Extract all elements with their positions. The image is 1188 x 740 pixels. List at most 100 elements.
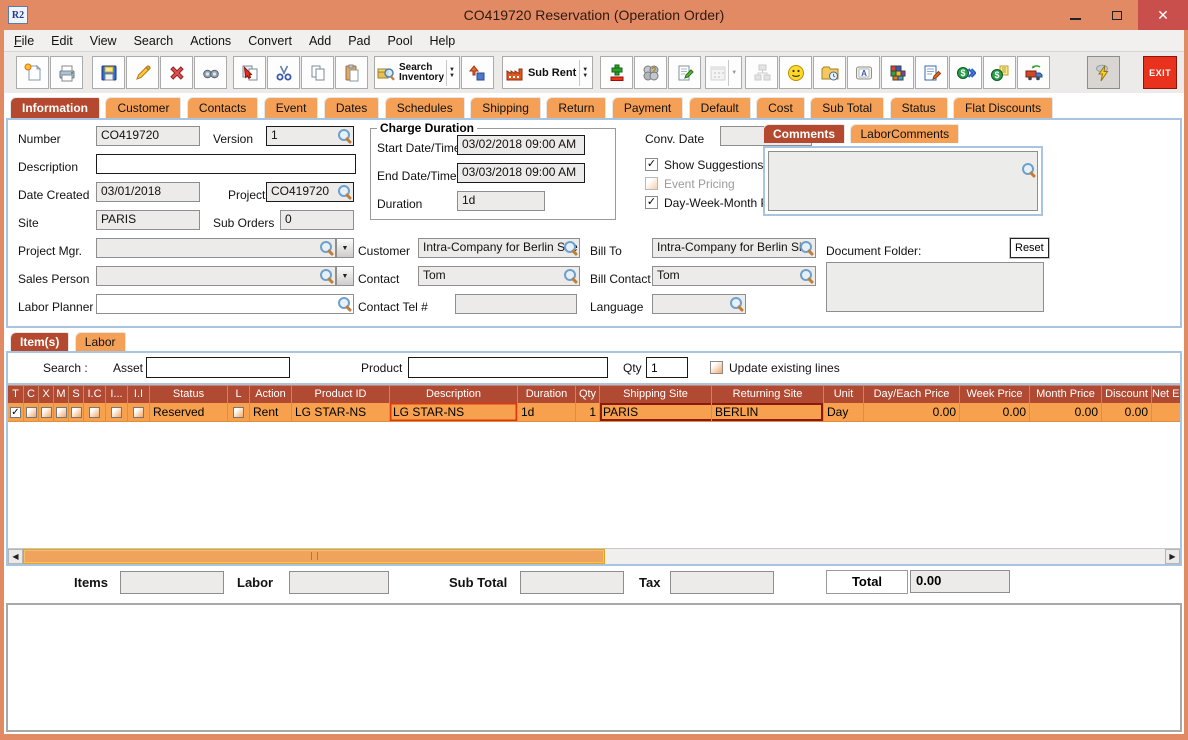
menu-pad[interactable]: Pad: [348, 34, 370, 48]
tab-cost[interactable]: Cost: [756, 97, 805, 118]
horizontal-scrollbar[interactable]: ◀ ▶: [8, 547, 1180, 564]
column-header-6[interactable]: I...: [106, 385, 128, 403]
row-cell-10[interactable]: Rent: [250, 403, 292, 422]
version-field[interactable]: 1: [266, 126, 354, 146]
project-field[interactable]: CO419720: [266, 182, 354, 202]
show-suggestions-checkbox[interactable]: ✓: [645, 158, 658, 171]
maximize-button[interactable]: [1096, 0, 1138, 30]
version-search-icon[interactable]: [337, 128, 352, 143]
tab-comments[interactable]: Comments: [763, 124, 846, 143]
tab-contacts[interactable]: Contacts: [186, 97, 259, 118]
save-button[interactable]: [92, 56, 125, 89]
notes-button[interactable]: [668, 56, 702, 89]
copy-order-button[interactable]: [233, 56, 266, 89]
delete-button[interactable]: [160, 56, 193, 89]
sales-person-search-icon[interactable]: [319, 268, 334, 283]
column-header-21[interactable]: Discount: [1102, 385, 1152, 403]
row-cell-8[interactable]: Reserved: [150, 403, 228, 422]
scroll-right-button[interactable]: ▶: [1165, 548, 1180, 564]
column-header-20[interactable]: Month Price: [1030, 385, 1102, 403]
tab-default[interactable]: Default: [688, 97, 751, 118]
edit-button[interactable]: [126, 56, 159, 89]
shortcut-key-button[interactable]: A: [847, 56, 881, 89]
row-cell-13[interactable]: 1d: [518, 403, 576, 422]
menu-search[interactable]: Search: [134, 34, 174, 48]
contact-search-icon[interactable]: [563, 268, 578, 283]
column-header-13[interactable]: Duration: [518, 385, 576, 403]
column-header-5[interactable]: I.C: [84, 385, 106, 403]
items-table-row[interactable]: ✓ Reserved Rent LG STAR-NS LG STAR-NS 1d 1 PARI…: [8, 403, 1180, 422]
bill-to-field[interactable]: Intra-Company for Berlin Site: [652, 238, 816, 258]
row-cell-19[interactable]: 0.00: [960, 403, 1030, 422]
qty-input[interactable]: [646, 357, 688, 378]
row-checkbox-7[interactable]: [133, 406, 144, 418]
contact-tel-field[interactable]: [455, 294, 577, 314]
column-header-10[interactable]: Action: [250, 385, 292, 403]
row-cell-5[interactable]: [84, 403, 106, 422]
customer-field[interactable]: Intra-Company for Berlin Site: [418, 238, 580, 258]
row-checkbox-1[interactable]: [25, 406, 37, 418]
convert-button[interactable]: [460, 56, 494, 89]
column-header-0[interactable]: T: [8, 385, 24, 403]
update-existing-lines-checkbox[interactable]: [710, 361, 723, 374]
menu-file[interactable]: File: [14, 34, 34, 48]
print-button[interactable]: [50, 56, 83, 89]
menu-pool[interactable]: Pool: [387, 34, 412, 48]
column-header-8[interactable]: Status: [150, 385, 228, 403]
column-header-4[interactable]: S: [69, 385, 84, 403]
column-header-22[interactable]: Net Each Price: [1152, 385, 1180, 403]
tab-shipping[interactable]: Shipping: [470, 97, 541, 118]
smiley-button[interactable]: [779, 56, 813, 89]
column-header-7[interactable]: I.I: [128, 385, 150, 403]
tab-items[interactable]: Item(s): [10, 332, 70, 351]
tab-labor[interactable]: Labor: [74, 332, 126, 351]
row-cell-14[interactable]: 1: [576, 403, 600, 422]
delivery-button[interactable]: [1017, 56, 1051, 89]
row-cell-15[interactable]: PARIS: [600, 403, 712, 422]
project-mgr-field[interactable]: [96, 238, 336, 258]
end-datetime-field[interactable]: 03/03/2018 09:00 AM: [457, 163, 585, 183]
project-search-icon[interactable]: [337, 184, 352, 199]
row-checkbox-4[interactable]: [70, 406, 82, 418]
column-header-18[interactable]: Day/Each Price: [864, 385, 960, 403]
project-mgr-search-icon[interactable]: [319, 240, 334, 255]
row-cell-22[interactable]: 0.00: [1152, 403, 1180, 422]
column-header-16[interactable]: Returning Site: [712, 385, 824, 403]
availability-button[interactable]: ?: [634, 56, 668, 89]
row-cell-11[interactable]: LG STAR-NS: [292, 403, 390, 422]
tab-flat-discounts[interactable]: Flat Discounts: [953, 97, 1054, 118]
row-cell-12[interactable]: LG STAR-NS: [390, 403, 518, 422]
duration-field[interactable]: 1d: [457, 191, 545, 211]
row-checkbox-9[interactable]: [233, 406, 244, 418]
language-search-icon[interactable]: [729, 296, 744, 311]
close-button[interactable]: ✕: [1138, 0, 1188, 30]
row-cell-16[interactable]: BERLIN: [712, 403, 824, 422]
cut-button[interactable]: [267, 56, 300, 89]
language-field[interactable]: [652, 294, 746, 314]
new-order-button[interactable]: [16, 56, 49, 89]
row-checkbox-5[interactable]: [89, 406, 100, 418]
row-cell-2[interactable]: [39, 403, 54, 422]
menu-add[interactable]: Add: [309, 34, 331, 48]
scroll-left-button[interactable]: ◀: [8, 548, 23, 564]
contact-field[interactable]: Tom: [418, 266, 580, 286]
row-cell-1[interactable]: [24, 403, 39, 422]
search-inventory-button[interactable]: Search Inventory ▼ ▼: [374, 56, 460, 89]
row-cell-4[interactable]: [69, 403, 84, 422]
sub-rent-button[interactable]: Sub Rent ▼ ▼: [501, 56, 594, 89]
sub-rent-dropdown[interactable]: ▼ ▼: [579, 59, 590, 86]
column-header-3[interactable]: M: [54, 385, 69, 403]
column-header-2[interactable]: X: [39, 385, 54, 403]
menu-convert[interactable]: Convert: [248, 34, 292, 48]
date-created-field[interactable]: 03/01/2018: [96, 182, 200, 202]
exit-button[interactable]: EXIT: [1143, 56, 1178, 89]
row-cell-3[interactable]: [54, 403, 69, 422]
minimize-button[interactable]: [1054, 0, 1096, 30]
column-header-14[interactable]: Qty: [576, 385, 600, 403]
price-notes-button[interactable]: $: [983, 56, 1017, 89]
tab-dates[interactable]: Dates: [323, 97, 380, 118]
start-datetime-field[interactable]: 03/02/2018 09:00 AM: [457, 135, 585, 155]
bill-contact-search-icon[interactable]: [799, 268, 814, 283]
row-cell-20[interactable]: 0.00: [1030, 403, 1102, 422]
menu-help[interactable]: Help: [430, 34, 456, 48]
